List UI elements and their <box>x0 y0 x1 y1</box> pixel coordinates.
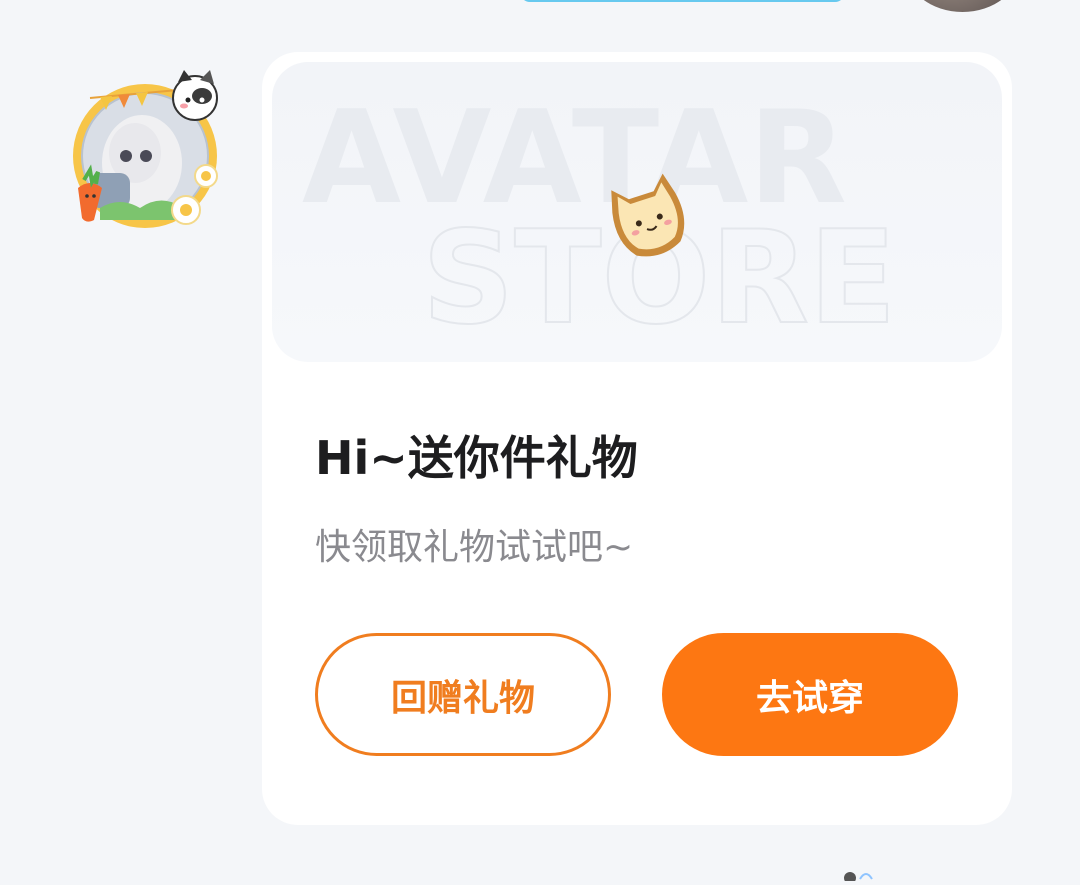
bottom-decoration <box>842 866 892 884</box>
cat-bread-icon <box>602 172 697 267</box>
top-status-pill <box>520 0 845 2</box>
avatar-store-banner: AVATAR STORE <box>272 62 1002 362</box>
try-on-button[interactable]: 去试穿 <box>662 633 958 756</box>
top-user-avatar[interactable] <box>905 0 1020 12</box>
avatar-frame-icon <box>73 70 218 228</box>
sender-avatar[interactable] <box>60 68 230 238</box>
card-subtitle: 快领取礼物试试吧~ <box>315 527 634 568</box>
try-on-label: 去试穿 <box>755 677 864 719</box>
return-gift-button[interactable]: 回赠礼物 <box>315 633 611 756</box>
return-gift-label: 回赠礼物 <box>390 677 535 719</box>
gift-card[interactable]: AVATAR STORE Hi~送你件礼物 快领取礼物试试吧~ 回赠礼物 去试穿 <box>262 52 1012 825</box>
card-title: Hi~送你件礼物 <box>315 431 638 485</box>
